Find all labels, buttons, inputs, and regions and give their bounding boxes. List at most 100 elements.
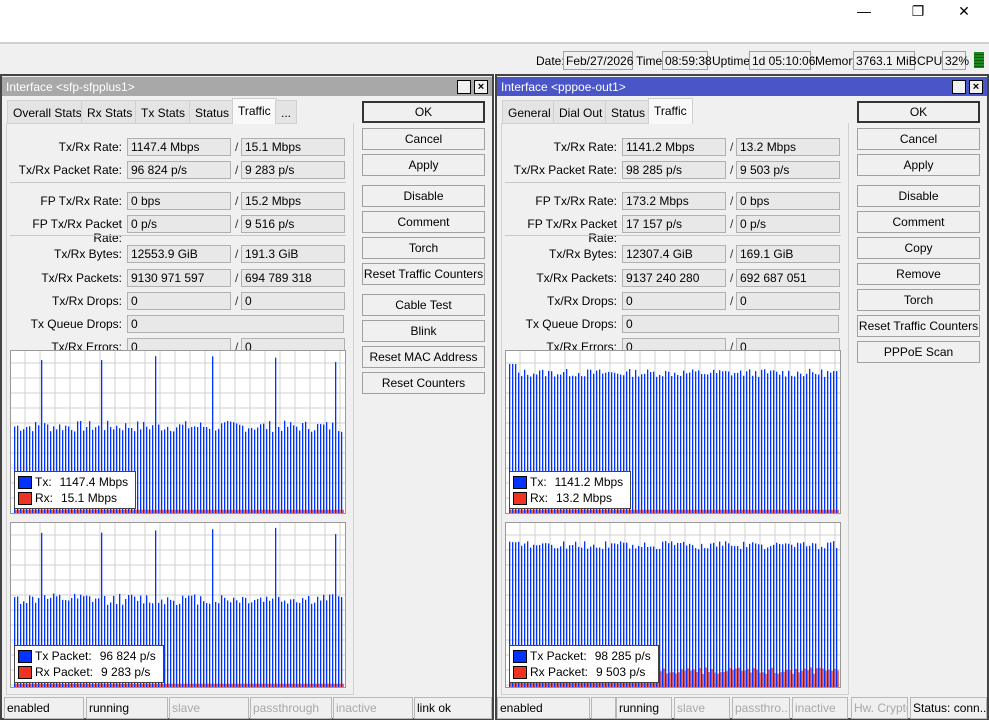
rx-bar — [42, 683, 44, 687]
rx-bar — [54, 509, 56, 513]
tx-bar — [644, 373, 646, 513]
maximize-window-button[interactable] — [457, 80, 471, 94]
close-button[interactable]: ✕ — [951, 2, 977, 20]
reset-mac-address-button[interactable]: Reset MAC Address — [362, 346, 485, 368]
tab-overall-stats[interactable]: Overall Stats — [7, 100, 88, 124]
rx-bar — [828, 509, 830, 513]
tab-dial-out[interactable]: Dial Out — [553, 100, 609, 124]
copy-button[interactable]: Copy — [857, 237, 980, 259]
cancel-button[interactable]: Cancel — [362, 128, 485, 150]
pppoe-scan-button[interactable]: PPPoE Scan — [857, 341, 980, 363]
rx-bar — [168, 509, 170, 513]
rx-bar — [207, 509, 209, 513]
rx-bar — [324, 683, 326, 687]
tab-tx-stats[interactable]: Tx Stats — [135, 100, 192, 124]
tx-bar — [785, 543, 787, 687]
rx-bar — [660, 671, 662, 687]
ok-button[interactable]: OK — [857, 101, 980, 123]
rx-bar — [168, 683, 170, 687]
rx-bar — [162, 509, 164, 513]
tx-bar — [770, 370, 772, 513]
window-title-bar[interactable]: Interface <sfp-sfpplus1> × — [2, 77, 492, 96]
cancel-button[interactable]: Cancel — [857, 128, 980, 150]
remove-button[interactable]: Remove — [857, 263, 980, 285]
close-window-button[interactable]: × — [474, 80, 488, 94]
rx-bar — [291, 683, 293, 687]
uptime-label: Uptime: — [712, 54, 754, 68]
torch-button[interactable]: Torch — [857, 289, 980, 311]
rx-bar — [93, 683, 95, 687]
rx-legend-label: Rx: — [530, 491, 548, 505]
tx-bar — [284, 600, 286, 687]
rx-bar — [243, 509, 245, 513]
tx-bar — [191, 427, 193, 513]
rx-bar — [210, 683, 212, 687]
tx-bar — [254, 599, 256, 687]
reset-traffic-counters-button[interactable]: Reset Traffic Counters — [362, 263, 485, 285]
reset-traffic-counters-button[interactable]: Reset Traffic Counters — [857, 315, 980, 337]
tx-bar — [659, 548, 661, 687]
rx-bar — [744, 670, 746, 687]
apply-button[interactable]: Apply — [857, 154, 980, 176]
rx-bar — [66, 683, 68, 687]
tab-traffic[interactable]: Traffic — [232, 98, 277, 124]
rx-bar — [24, 509, 26, 513]
rx-bar — [531, 509, 533, 513]
rx-swatch — [18, 665, 32, 679]
tx-bar — [674, 372, 676, 513]
tab-general[interactable]: General — [502, 100, 557, 124]
rx-bar — [759, 509, 761, 513]
torch-button[interactable]: Torch — [362, 237, 485, 259]
maximize-window-button[interactable] — [952, 80, 966, 94]
rx-bar — [660, 509, 662, 513]
rx-legend-label: Rx Packet: — [530, 665, 589, 679]
tab-status[interactable]: Status — [189, 100, 236, 124]
tx-bar — [236, 600, 238, 687]
rx-bar — [195, 509, 197, 513]
tab-more[interactable]: ... — [275, 100, 298, 124]
tx-bar — [221, 423, 223, 513]
window-title-bar[interactable]: Interface <pppoe-out1> × — [497, 77, 987, 96]
cable-test-button[interactable]: Cable Test — [362, 294, 485, 316]
rx-bar — [324, 509, 326, 513]
rx-bar — [135, 683, 137, 687]
minimize-button[interactable]: — — [851, 2, 877, 20]
disable-button[interactable]: Disable — [362, 185, 485, 207]
os-title-bar: — ❐ ✕ — [0, 0, 989, 23]
tab-traffic[interactable]: Traffic — [648, 98, 693, 124]
rx-bar — [306, 509, 308, 513]
rx-bar — [753, 509, 755, 513]
tab-status[interactable]: Status — [605, 100, 652, 124]
rx-bar — [48, 509, 50, 513]
rx-bar — [321, 683, 323, 687]
tx-bar — [707, 374, 709, 513]
reset-counters-button[interactable]: Reset Counters — [362, 372, 485, 394]
tx-bar — [314, 430, 316, 513]
rx-bar — [801, 509, 803, 513]
tx-queue-drops-value: 0 — [127, 315, 344, 333]
rx-bar — [516, 509, 518, 513]
rx-bar — [777, 509, 779, 513]
comment-button[interactable]: Comment — [362, 211, 485, 233]
tab-rx-stats[interactable]: Rx Stats — [81, 100, 139, 124]
rx-bar — [714, 509, 716, 513]
maximize-button[interactable]: ❐ — [905, 2, 931, 20]
tx-bar — [203, 426, 205, 513]
tx-bar — [251, 602, 253, 687]
rx-bar — [729, 668, 731, 687]
close-window-button[interactable]: × — [969, 80, 983, 94]
apply-button[interactable]: Apply — [362, 154, 485, 176]
tx-bar — [833, 370, 835, 513]
rx-bar — [786, 669, 788, 687]
rx-bar — [762, 509, 764, 513]
rx-bar — [45, 509, 47, 513]
comment-button[interactable]: Comment — [857, 211, 980, 233]
blink-button[interactable]: Blink — [362, 320, 485, 342]
rx-bar — [153, 509, 155, 513]
tx-bar — [803, 376, 805, 513]
disable-button[interactable]: Disable — [857, 185, 980, 207]
rx-bar — [57, 683, 59, 687]
rx-legend-value: 9 283 p/s — [101, 665, 151, 679]
ok-button[interactable]: OK — [362, 101, 485, 123]
rx-bar — [717, 509, 719, 513]
